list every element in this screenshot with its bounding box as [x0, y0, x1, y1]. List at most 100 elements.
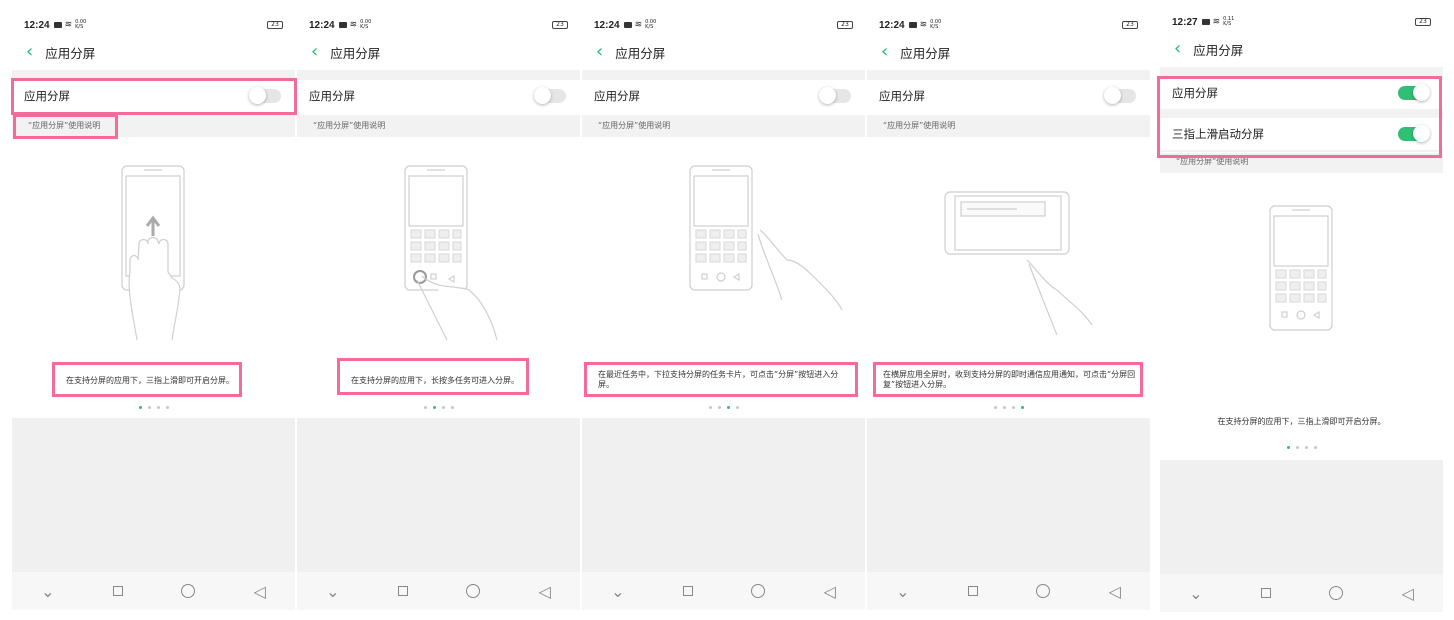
back-icon[interactable]: ‹: [26, 43, 33, 61]
split-screen-label: 应用分屏: [309, 89, 355, 103]
battery-icon: 23: [837, 21, 853, 29]
nav-down-icon[interactable]: ⌄: [1189, 584, 1202, 603]
back-icon[interactable]: ‹: [1174, 40, 1181, 58]
split-screen-toggle[interactable]: [534, 87, 566, 104]
back-icon[interactable]: ‹: [311, 43, 318, 61]
nav-bar: ⌄ ◁: [582, 572, 865, 610]
nav-square-icon[interactable]: [967, 586, 978, 596]
page-dot[interactable]: [423, 406, 427, 409]
highlight-caption-2: [337, 358, 529, 395]
nav-triangle-icon[interactable]: ◁: [254, 582, 266, 601]
battery-icon: 23: [1122, 21, 1138, 29]
split-screen-row[interactable]: 应用分屏: [867, 80, 1150, 112]
nav-circle-icon[interactable]: [466, 584, 481, 598]
nav-circle-icon[interactable]: [181, 584, 196, 598]
nav-triangle-icon[interactable]: ◁: [539, 582, 551, 601]
nav-square-icon[interactable]: [1260, 588, 1271, 598]
usage-note[interactable]: “应用分屏”使用说明: [867, 115, 1150, 137]
nav-triangle-icon[interactable]: ◁: [1402, 584, 1414, 603]
status-bar: 12:24 ≋ 0.00 K/S 23: [594, 17, 853, 33]
nav-square-icon[interactable]: [682, 586, 693, 596]
page-title: 应用分屏: [1193, 42, 1244, 58]
camera-icon: [1201, 19, 1210, 25]
highlight-caption-4: [873, 362, 1143, 397]
page-dot[interactable]: [156, 406, 160, 409]
page-dot[interactable]: [717, 406, 721, 409]
nav-bar: ⌄ ◁: [867, 572, 1150, 610]
back-icon[interactable]: ‹: [596, 43, 603, 61]
page-dot[interactable]: [726, 406, 730, 409]
wifi-icon: ≋: [64, 20, 73, 30]
nav-circle-icon[interactable]: [751, 584, 766, 598]
page-dot[interactable]: [1295, 446, 1299, 449]
highlight-usage-note: [13, 114, 118, 139]
caption: 在支持分屏的应用下，三指上滑即可开启分屏。: [1217, 417, 1386, 426]
nav-down-icon[interactable]: ⌄: [611, 582, 624, 601]
page-dot[interactable]: [165, 406, 169, 409]
illustration-three-finger: [12, 160, 295, 350]
page-dots: [867, 406, 1150, 409]
net-unit: K/S: [1223, 21, 1232, 27]
highlight-toggle-row: [11, 78, 297, 115]
page-dot[interactable]: [147, 406, 151, 409]
page-dot[interactable]: [708, 406, 712, 409]
page-title: 应用分屏: [615, 45, 666, 61]
status-time: 12:27: [1172, 16, 1198, 28]
status-bar: 12:27 ≋ 0.11 K/S 23: [1172, 14, 1431, 30]
wifi-icon: ≋: [919, 20, 928, 30]
nav-circle-icon[interactable]: [1036, 584, 1051, 598]
split-screen-row[interactable]: 应用分屏: [582, 80, 865, 112]
page-header: ‹ 应用分屏: [26, 42, 95, 62]
screen-3: 12:24 ≋ 0.00 K/S 23 ‹ 应用分屏 应用分屏 “应用分屏”使用说明…: [582, 0, 865, 610]
page-dot[interactable]: [441, 406, 445, 409]
split-screen-label: 应用分屏: [594, 89, 640, 103]
net-unit: K/S: [75, 24, 84, 30]
usage-note[interactable]: “应用分屏”使用说明: [582, 115, 865, 137]
page-dot[interactable]: [1313, 446, 1317, 449]
wifi-icon: ≋: [634, 20, 643, 30]
net-unit: K/S: [645, 24, 654, 30]
camera-icon: [53, 22, 62, 28]
split-screen-toggle[interactable]: [819, 87, 851, 104]
page-title: 应用分屏: [330, 45, 381, 61]
status-bar: 12:24 ≋ 0.00 K/S 23: [309, 17, 568, 33]
nav-down-icon[interactable]: ⌄: [896, 582, 909, 601]
page-dot[interactable]: [1002, 406, 1006, 409]
page-dot[interactable]: [1020, 406, 1024, 409]
illustration-phone: [1160, 200, 1443, 340]
page-title: 应用分屏: [900, 45, 951, 61]
illustration-recent-tasks: [582, 160, 865, 350]
battery-icon: 23: [267, 21, 283, 29]
net-unit: K/S: [930, 24, 939, 30]
nav-down-icon[interactable]: ⌄: [41, 582, 54, 601]
page-dot[interactable]: [735, 406, 739, 409]
split-screen-label: 应用分屏: [879, 89, 925, 103]
page-dot[interactable]: [1286, 446, 1290, 449]
camera-icon: [623, 22, 632, 28]
page-header: ‹ 应用分屏: [311, 42, 380, 62]
status-time: 12:24: [24, 19, 50, 31]
page-dot[interactable]: [450, 406, 454, 409]
split-screen-row[interactable]: 应用分屏: [297, 80, 580, 112]
nav-circle-icon[interactable]: [1329, 586, 1344, 600]
page-dot[interactable]: [432, 406, 436, 409]
page-dot[interactable]: [1011, 406, 1015, 409]
illustration-landscape-notification: [867, 160, 1150, 350]
page-dot[interactable]: [1304, 446, 1308, 449]
net-unit: K/S: [360, 24, 369, 30]
page-dots: [297, 406, 580, 409]
nav-triangle-icon[interactable]: ◁: [1109, 582, 1121, 601]
nav-triangle-icon[interactable]: ◁: [824, 582, 836, 601]
status-time: 12:24: [594, 19, 620, 31]
back-icon[interactable]: ‹: [881, 43, 888, 61]
nav-down-icon[interactable]: ⌄: [326, 582, 339, 601]
nav-square-icon[interactable]: [112, 586, 123, 596]
page-dot[interactable]: [993, 406, 997, 409]
screen-2: 12:24 ≋ 0.00 K/S 23 ‹ 应用分屏 应用分屏 “应用分屏”使用说明…: [297, 0, 580, 610]
page-header: ‹ 应用分屏: [1174, 39, 1243, 59]
usage-note[interactable]: “应用分屏”使用说明: [297, 115, 580, 137]
page-dot[interactable]: [138, 406, 142, 409]
split-screen-toggle[interactable]: [1104, 87, 1136, 104]
illustration-long-press: [297, 160, 580, 350]
nav-square-icon[interactable]: [397, 586, 408, 596]
